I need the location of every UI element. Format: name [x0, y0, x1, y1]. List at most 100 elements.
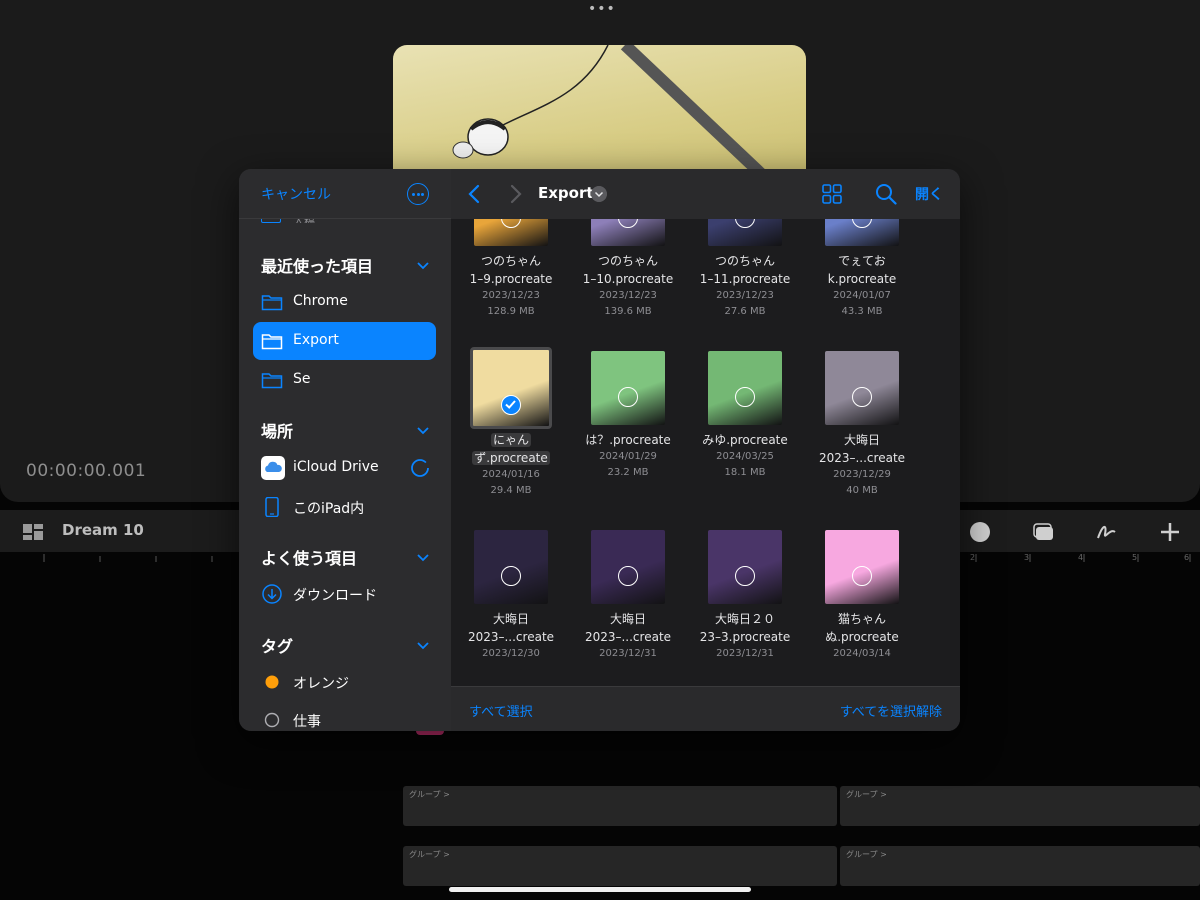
- file-name: 2023–...create: [818, 451, 906, 465]
- sidebar-item-tag-work[interactable]: 仕事: [253, 701, 436, 731]
- track-label: グループ >: [846, 790, 887, 799]
- back-icon[interactable]: [465, 183, 485, 205]
- track-label: グループ >: [409, 790, 450, 799]
- more-options-icon[interactable]: [407, 183, 429, 205]
- file-name: ぬ.procreate: [825, 630, 899, 644]
- tag-dot-icon: [265, 675, 279, 689]
- file-name: 2023–...create: [584, 630, 672, 644]
- file-name: でぇてお: [838, 254, 886, 268]
- chevron-down-icon[interactable]: [417, 259, 429, 271]
- track-row[interactable]: グループ >: [840, 786, 1200, 826]
- section-favorites-title: よく使う項目: [261, 549, 358, 568]
- record-icon[interactable]: [968, 520, 992, 544]
- selection-circle-icon[interactable]: [501, 566, 521, 586]
- sidebar-item-label: Export: [293, 332, 339, 348]
- file-name: k.procreate: [827, 272, 897, 286]
- track-label: グループ >: [409, 850, 450, 859]
- ruler-tick: 5: [1132, 553, 1137, 562]
- layout-icon[interactable]: [22, 523, 44, 541]
- file-thumbnail: [470, 347, 552, 429]
- file-item[interactable]: 猫ちゃん ぬ.procreate 2024/03/14: [807, 523, 917, 673]
- sidebar-item-label: オレンジ: [293, 676, 349, 692]
- ruler-tick: 3: [1024, 553, 1029, 562]
- chevron-down-icon[interactable]: [417, 639, 429, 651]
- file-name: 大晦日２０: [714, 612, 775, 626]
- deselect-all-button[interactable]: すべてを選択解除: [840, 701, 942, 720]
- sidebar-item-label: このiPad内: [293, 501, 365, 517]
- file-item[interactable]: は？.procreate 2024/01/29 23.2 MB: [573, 344, 683, 494]
- checkmark-icon[interactable]: [501, 395, 521, 415]
- section-tags-title: タグ: [261, 637, 294, 656]
- folder-title[interactable]: Export: [538, 184, 594, 202]
- sidebar-item-se[interactable]: Se: [253, 361, 436, 399]
- file-item[interactable]: 大晦日 2023–...create 2023/12/29 40 MB: [807, 344, 917, 496]
- forward-icon[interactable]: [505, 183, 525, 205]
- chevron-down-icon[interactable]: [417, 424, 429, 436]
- home-indicator[interactable]: [449, 887, 751, 892]
- file-item[interactable]: にゃん ず.procreate 2024/01/16 29.4 MB: [456, 344, 566, 496]
- selection-circle-icon[interactable]: [618, 387, 638, 407]
- track-row[interactable]: グループ >: [403, 846, 837, 886]
- sidebar-item-icloud-drive[interactable]: iCloud Drive: [253, 449, 436, 487]
- selection-circle-icon[interactable]: [735, 387, 755, 407]
- ipad-icon: [265, 497, 279, 517]
- file-size: 18.1 MB: [724, 467, 766, 478]
- icloud-icon: [261, 456, 285, 480]
- section-locations-title: 場所: [261, 422, 294, 441]
- file-item[interactable]: 大晦日 2023–...create 2023/12/30: [456, 523, 566, 673]
- chevron-down-icon[interactable]: [417, 551, 429, 563]
- sidebar-item-downloads[interactable]: ダウンロード: [253, 575, 436, 613]
- open-button[interactable]: 開く: [915, 184, 943, 204]
- selection-circle-icon[interactable]: [852, 387, 872, 407]
- file-name-line: にゃん: [490, 433, 531, 447]
- file-name: みゆ.procreate: [702, 433, 788, 447]
- sidebar-item-on-my-ipad[interactable]: このiPad内: [253, 488, 436, 526]
- file-size: 27.6 MB: [724, 306, 766, 317]
- file-date: 2024/01/16: [482, 469, 540, 480]
- download-icon: [262, 584, 282, 604]
- sidebar-item-tag-orange[interactable]: オレンジ: [253, 663, 436, 701]
- file-name: にゃん: [456, 432, 566, 449]
- multitasking-dots-icon[interactable]: •••: [588, 2, 615, 16]
- selection-circle-icon[interactable]: [618, 566, 638, 586]
- chevron-down-icon[interactable]: [591, 186, 607, 202]
- selection-circle-icon[interactable]: [735, 566, 755, 586]
- layers-icon[interactable]: [1032, 520, 1056, 544]
- file-item[interactable]: 大晦日 2023–...create 2023/12/31: [573, 523, 683, 673]
- file-item[interactable]: 大晦日２０ 23–3.procreate 2023/12/31: [690, 523, 800, 673]
- file-date: 2024/01/29: [599, 451, 657, 462]
- search-icon[interactable]: [875, 183, 897, 205]
- sidebar-item-export[interactable]: Export: [253, 322, 436, 360]
- file-name: ず.procreate: [456, 450, 566, 467]
- draw-icon[interactable]: [1095, 520, 1119, 544]
- file-date: 2024/03/14: [833, 648, 891, 659]
- track-row[interactable]: グループ >: [840, 846, 1200, 886]
- file-date: 2023/12/31: [599, 648, 657, 659]
- folder-icon: [261, 373, 283, 389]
- file-grid[interactable]: つのちゃん 1–9.procreate 2023/12/23 128.9 MB つのちゃ…: [451, 169, 960, 686]
- sidebar-item-chrome[interactable]: Chrome: [253, 283, 436, 321]
- file-name: 大晦日: [843, 433, 880, 447]
- select-all-button[interactable]: すべて選択: [469, 701, 533, 720]
- file-size: 128.9 MB: [487, 306, 535, 317]
- picker-main-pane: つのちゃん 1–9.procreate 2023/12/23 128.9 MB つのちゃ…: [451, 169, 960, 731]
- folder-icon: [261, 295, 283, 311]
- file-size: 139.6 MB: [604, 306, 652, 317]
- file-date: 2023/12/23: [599, 290, 657, 301]
- file-date: 2023/12/23: [716, 290, 774, 301]
- sidebar-item-label: iCloud Drive: [293, 459, 379, 475]
- selection-circle-icon[interactable]: [852, 566, 872, 586]
- cancel-button[interactable]: キャンセル: [261, 184, 331, 204]
- timecode: 00:00:00.001: [26, 461, 147, 481]
- file-item[interactable]: みゆ.procreate 2024/03/25 18.1 MB: [690, 344, 800, 494]
- ruler-tick: 6: [1184, 553, 1189, 562]
- add-icon[interactable]: [1158, 520, 1182, 544]
- grid-view-icon[interactable]: [822, 184, 842, 204]
- file-size: 43.3 MB: [841, 306, 883, 317]
- file-date: 2024/01/07: [833, 290, 891, 301]
- track-row[interactable]: グループ >: [403, 786, 837, 826]
- file-name: 1–9.procreate: [469, 272, 553, 286]
- file-name: は？.procreate: [585, 433, 671, 447]
- tag-dot-icon: [264, 712, 280, 728]
- sidebar-item-label: ダウンロード: [293, 588, 377, 604]
